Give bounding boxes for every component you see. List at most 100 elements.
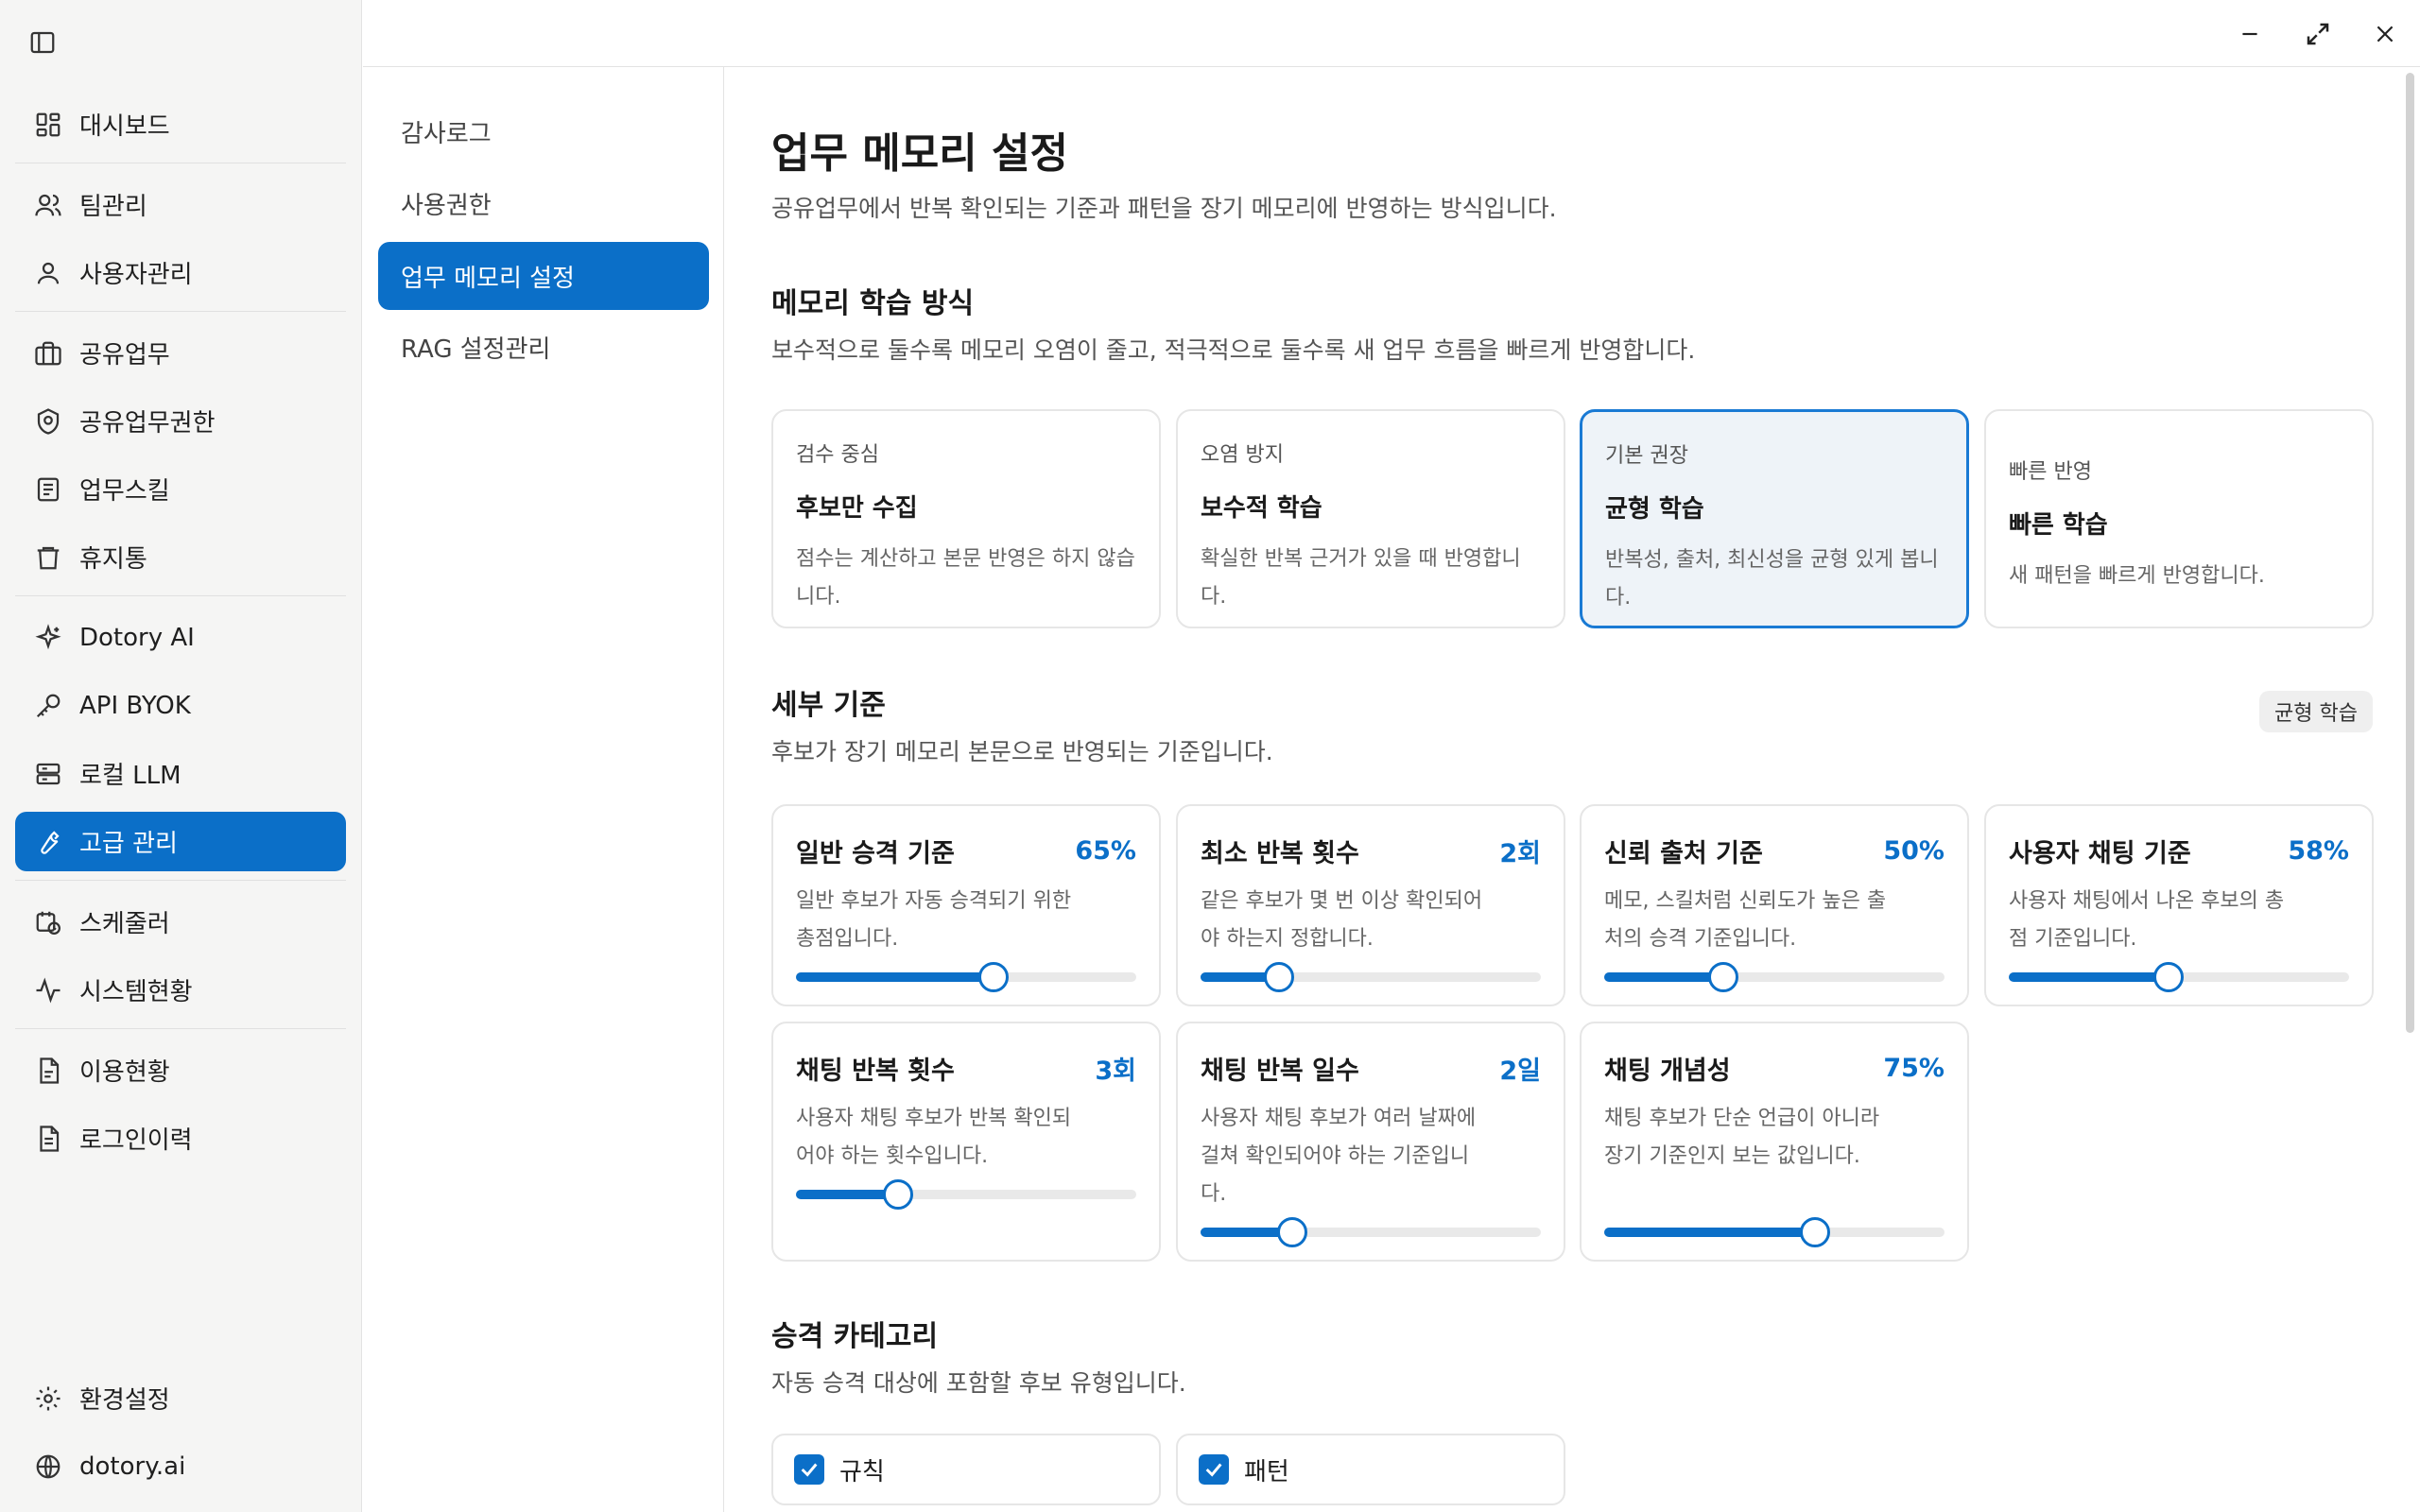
submenu-item-rag-settings[interactable]: RAG 설정관리 (378, 313, 709, 381)
slider-thumb[interactable] (883, 1179, 913, 1210)
criterion-slider[interactable] (796, 962, 1136, 992)
sidebar-item-website[interactable]: dotory.ai (15, 1436, 346, 1496)
sidebar-item-label: 사용자관리 (79, 261, 193, 289)
maximize-icon[interactable] (2301, 17, 2335, 51)
criterion-card: 최소 반복 횟수 2회 같은 후보가 몇 번 이상 확인되어야 하는지 정합니다. (1176, 804, 1565, 1006)
sidebar-item-settings[interactable]: 환경설정 (15, 1368, 346, 1428)
wrench-icon (32, 826, 64, 858)
sidebar-item-label: 팀관리 (79, 193, 147, 221)
scrollbar[interactable] (2406, 73, 2414, 1033)
sidebar: 대시보드 팀관리 사용자관리 공유업무 공유업무권한 업무스킬 휴지통 Doto… (0, 0, 362, 1512)
slider-fill (1604, 972, 1723, 982)
mode-description: 확실한 반복 근거가 있을 때 반영합니다. (1201, 547, 1521, 609)
criterion-slider[interactable] (2009, 962, 2349, 992)
criterion-slider[interactable] (1201, 1217, 1541, 1247)
criterion-description: 같은 후보가 몇 번 이상 확인되어야 하는지 정합니다. (1201, 889, 1483, 951)
globe-icon (32, 1451, 64, 1483)
sidebar-item-users[interactable]: 사용자관리 (15, 243, 346, 302)
sidebar-item-api-byok[interactable]: API BYOK (15, 676, 346, 735)
sidebar-bottom: 환경설정 dotory.ai (15, 1368, 346, 1504)
sidebar-item-shared-work[interactable]: 공유업무 (15, 323, 346, 383)
sidebar-item-advanced[interactable]: 고급 관리 (15, 812, 346, 871)
slider-fill (1604, 1228, 1816, 1237)
sidebar-item-scheduler[interactable]: 스케줄러 (15, 892, 346, 952)
shield-icon (32, 405, 64, 438)
close-icon[interactable] (2368, 17, 2402, 51)
sidebar-item-local-llm[interactable]: 로컬 LLM (15, 744, 346, 803)
calendar-clock-icon (32, 906, 64, 938)
criterion-value: 65% (1075, 836, 1136, 866)
criterion-slider[interactable] (1604, 962, 1945, 992)
criterion-title: 신뢰 출처 기준 (1604, 839, 1763, 868)
page-title: 업무 메모리 설정 (771, 129, 1068, 178)
mode-card-conservative[interactable]: 오염 방지 보수적 학습 확실한 반복 근거가 있을 때 반영합니다. (1176, 409, 1565, 628)
slider-thumb[interactable] (2153, 962, 2185, 992)
slider-thumb[interactable] (1263, 962, 1294, 992)
sidebar-toggle-icon[interactable] (26, 26, 59, 59)
user-icon (32, 257, 64, 289)
criterion-card: 채팅 반복 횟수 3회 사용자 채팅 후보가 반복 확인되어야 하는 횟수입니다. (771, 1022, 1161, 1262)
slider-thumb[interactable] (977, 962, 1009, 992)
mode-card-fast[interactable]: 빠른 반영 빠른 학습 새 패턴을 빠르게 반영합니다. (1984, 409, 2374, 628)
main-content: 업무 메모리 설정 공유업무에서 반복 확인되는 기준과 패턴을 장기 메모리에… (725, 67, 2398, 1512)
sidebar-item-label: API BYOK (79, 691, 191, 720)
page-subtitle: 공유업무에서 반복 확인되는 기준과 패턴을 장기 메모리에 반영하는 방식입니… (771, 195, 1557, 222)
sidebar-item-label: 공유업무 (79, 341, 170, 369)
submenu-item-permissions[interactable]: 사용권한 (378, 169, 709, 237)
category-checkbox-rule[interactable]: 규칙 (771, 1434, 1161, 1505)
category-label: 규칙 (839, 1457, 885, 1486)
sidebar-item-label: 이용현황 (79, 1058, 170, 1087)
categories-subtitle: 자동 승격 대상에 포함할 후보 유형입니다. (771, 1369, 1186, 1397)
slider-thumb[interactable] (1708, 962, 1738, 992)
checkbox-checked[interactable] (1199, 1454, 1229, 1485)
window-titlebar (363, 0, 2420, 67)
mode-card-balanced[interactable]: 기본 권장 균형 학습 반복성, 출처, 최신성을 균형 있게 봅니다. (1580, 409, 1969, 628)
criterion-value: 3회 (1095, 1057, 1136, 1086)
sidebar-nav: 대시보드 팀관리 사용자관리 공유업무 공유업무권한 업무스킬 휴지통 Doto… (15, 94, 346, 1177)
mode-eyebrow: 빠른 반영 (2009, 460, 2092, 484)
sidebar-item-system-status[interactable]: 시스템현황 (15, 960, 346, 1020)
sidebar-item-dashboard[interactable]: 대시보드 (15, 94, 346, 154)
sidebar-item-trash[interactable]: 휴지통 (15, 527, 346, 587)
slider-thumb[interactable] (1277, 1217, 1308, 1247)
sidebar-item-usage[interactable]: 이용현황 (15, 1040, 346, 1100)
criterion-value: 50% (1883, 836, 1945, 866)
minimize-icon[interactable] (2233, 17, 2267, 51)
sidebar-item-work-skill[interactable]: 업무스킬 (15, 459, 346, 519)
mode-description: 새 패턴을 빠르게 반영합니다. (2009, 564, 2265, 588)
submenu: 감사로그 사용권한 업무 메모리 설정 RAG 설정관리 (363, 67, 724, 1512)
sidebar-item-label: 스케줄러 (79, 910, 170, 938)
criterion-title: 채팅 개념성 (1604, 1057, 1731, 1086)
sidebar-item-label: 휴지통 (79, 545, 147, 574)
criterion-value: 75% (1883, 1054, 1945, 1083)
categories-title: 승격 카테고리 (771, 1320, 939, 1353)
criterion-slider[interactable] (1201, 962, 1541, 992)
learning-mode-subtitle: 보수적으로 둘수록 메모리 오염이 줄고, 적극적으로 둘수록 새 업무 흐름을… (771, 336, 1696, 364)
criterion-title: 일반 승격 기준 (796, 839, 955, 868)
criterion-card: 일반 승격 기준 65% 일반 후보가 자동 승격되기 위한 총점입니다. (771, 804, 1161, 1006)
criterion-description: 사용자 채팅 후보가 여러 날짜에 걸쳐 확인되어야 하는 기준입니다. (1201, 1107, 1477, 1206)
criterion-card: 사용자 채팅 기준 58% 사용자 채팅에서 나온 후보의 총점 기준입니다. (1984, 804, 2374, 1006)
slider-thumb[interactable] (1800, 1217, 1831, 1247)
checkbox-checked[interactable] (794, 1454, 824, 1485)
submenu-item-audit-log[interactable]: 감사로그 (378, 97, 709, 165)
sidebar-item-team[interactable]: 팀관리 (15, 175, 346, 234)
mode-card-candidate-only[interactable]: 검수 중심 후보만 수집 점수는 계산하고 본문 반영은 하지 않습니다. (771, 409, 1161, 628)
mode-title: 빠른 학습 (2009, 511, 2108, 540)
sidebar-item-shared-work-permission[interactable]: 공유업무권한 (15, 391, 346, 451)
criterion-card: 신뢰 출처 기준 50% 메모, 스킬처럼 신뢰도가 높은 출처의 승격 기준입니… (1580, 804, 1969, 1006)
briefcase-icon (32, 337, 64, 369)
criterion-slider[interactable] (796, 1179, 1136, 1210)
mode-eyebrow: 검수 중심 (796, 443, 879, 467)
criterion-slider[interactable] (1604, 1217, 1945, 1247)
sidebar-item-dotory-ai[interactable]: Dotory AI (15, 608, 346, 667)
trash-icon (32, 541, 64, 574)
criterion-card: 채팅 반복 일수 2일 사용자 채팅 후보가 여러 날짜에 걸쳐 확인되어야 하는… (1176, 1022, 1565, 1262)
category-label: 패턴 (1244, 1457, 1289, 1486)
category-checkbox-pattern[interactable]: 패턴 (1176, 1434, 1565, 1505)
sidebar-item-label: 로컬 LLM (79, 762, 182, 790)
divider (15, 595, 346, 596)
gear-icon (32, 1383, 64, 1415)
sidebar-item-login-history[interactable]: 로그인이력 (15, 1108, 346, 1168)
submenu-item-work-memory[interactable]: 업무 메모리 설정 (378, 242, 709, 310)
